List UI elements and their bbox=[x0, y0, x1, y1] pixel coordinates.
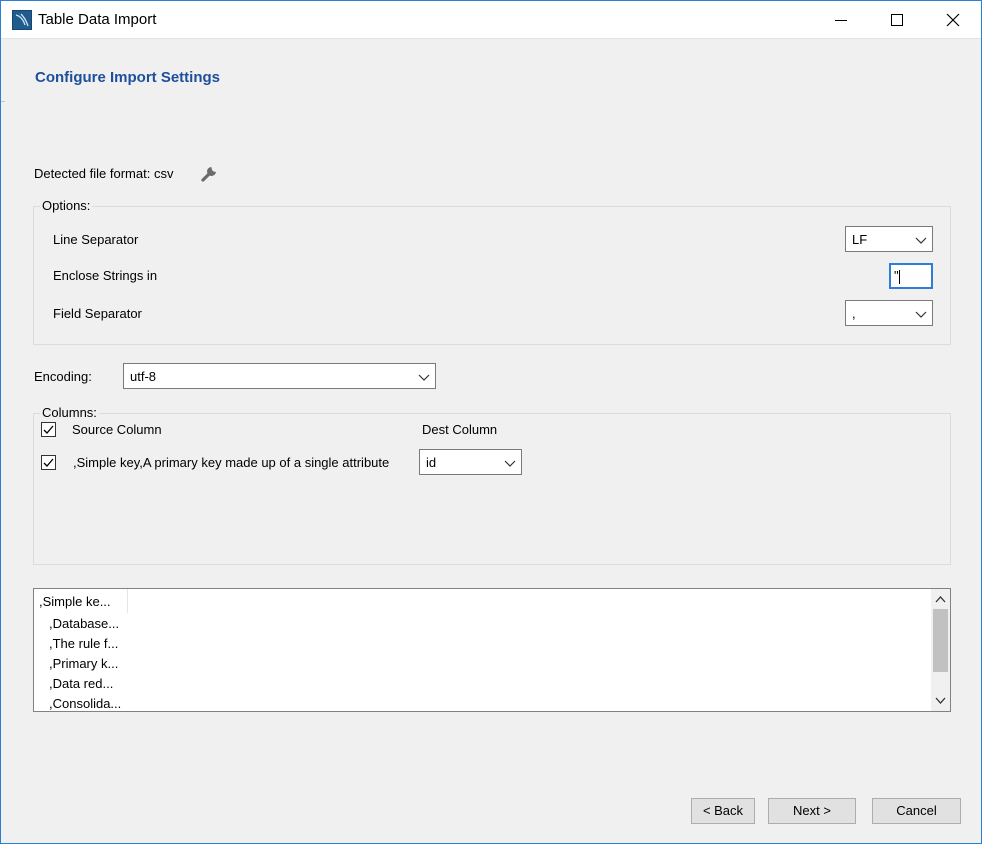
dest-column-header: Dest Column bbox=[422, 422, 498, 437]
encoding-value: utf-8 bbox=[130, 369, 157, 384]
line-separator-label: Line Separator bbox=[53, 232, 139, 247]
options-legend: Options: bbox=[40, 198, 93, 213]
preview-column-header[interactable]: ,Simple ke... bbox=[34, 589, 128, 613]
field-separator-label: Field Separator bbox=[53, 306, 142, 321]
enclose-strings-value: " bbox=[894, 268, 899, 283]
close-icon bbox=[946, 13, 960, 27]
maximize-icon bbox=[891, 14, 903, 26]
dest-column-value: id bbox=[426, 455, 437, 470]
dest-column-select[interactable]: id bbox=[419, 449, 522, 475]
enclose-strings-label: Enclose Strings in bbox=[53, 268, 158, 283]
title-bar[interactable]: Table Data Import bbox=[1, 1, 981, 39]
line-separator-value: LF bbox=[852, 232, 868, 247]
header-divider bbox=[1, 101, 5, 102]
minimize-icon bbox=[835, 19, 847, 21]
list-item[interactable]: ,Consolida... bbox=[49, 696, 121, 711]
checkmark-icon bbox=[43, 458, 54, 467]
import-wizard-window: Table Data Import Configure Import Setti… bbox=[0, 0, 982, 844]
source-column-header: Source Column bbox=[72, 422, 162, 437]
data-preview-list[interactable]: ,Simple ke... ,Database... ,The rule f..… bbox=[33, 588, 951, 712]
window-title: Table Data Import bbox=[38, 11, 157, 28]
chevron-down-icon bbox=[418, 374, 430, 381]
list-item[interactable]: ,Primary k... bbox=[49, 656, 118, 671]
line-separator-select[interactable]: LF bbox=[845, 226, 933, 252]
select-all-columns-checkbox[interactable] bbox=[41, 422, 56, 437]
preview-header-label: ,Simple ke... bbox=[39, 594, 111, 609]
detected-format-label: Detected file format: csv bbox=[34, 166, 174, 181]
wrench-icon[interactable] bbox=[199, 162, 221, 184]
chevron-down-icon bbox=[915, 311, 927, 318]
text-caret bbox=[899, 270, 900, 284]
encoding-label: Encoding: bbox=[34, 369, 92, 384]
source-column-name: ,Simple key,A primary key made up of a s… bbox=[73, 455, 390, 470]
list-item[interactable]: ,Database... bbox=[49, 616, 119, 631]
scroll-up-icon[interactable] bbox=[934, 593, 947, 606]
list-item[interactable]: ,The rule f... bbox=[49, 636, 118, 651]
options-group bbox=[33, 206, 951, 345]
checkmark-icon bbox=[43, 425, 54, 434]
chevron-down-icon bbox=[915, 237, 927, 244]
next-button[interactable]: Next > bbox=[768, 798, 856, 824]
close-button[interactable] bbox=[925, 1, 981, 39]
app-icon bbox=[12, 10, 32, 30]
chevron-down-icon bbox=[504, 460, 516, 467]
scroll-down-icon[interactable] bbox=[934, 694, 947, 707]
field-separator-select[interactable]: , bbox=[845, 300, 933, 326]
page-title: Configure Import Settings bbox=[35, 69, 220, 86]
back-button[interactable]: < Back bbox=[691, 798, 755, 824]
enclose-strings-input[interactable]: " bbox=[889, 263, 933, 289]
minimize-button[interactable] bbox=[813, 1, 869, 39]
vertical-scrollbar[interactable] bbox=[931, 589, 950, 711]
encoding-select[interactable]: utf-8 bbox=[123, 363, 436, 389]
columns-legend: Columns: bbox=[40, 405, 99, 420]
scrollbar-thumb[interactable] bbox=[933, 609, 948, 672]
list-item[interactable]: ,Data red... bbox=[49, 676, 113, 691]
field-separator-value: , bbox=[852, 306, 856, 321]
column-row-checkbox[interactable] bbox=[41, 455, 56, 470]
cancel-button[interactable]: Cancel bbox=[872, 798, 961, 824]
maximize-button[interactable] bbox=[869, 1, 925, 39]
